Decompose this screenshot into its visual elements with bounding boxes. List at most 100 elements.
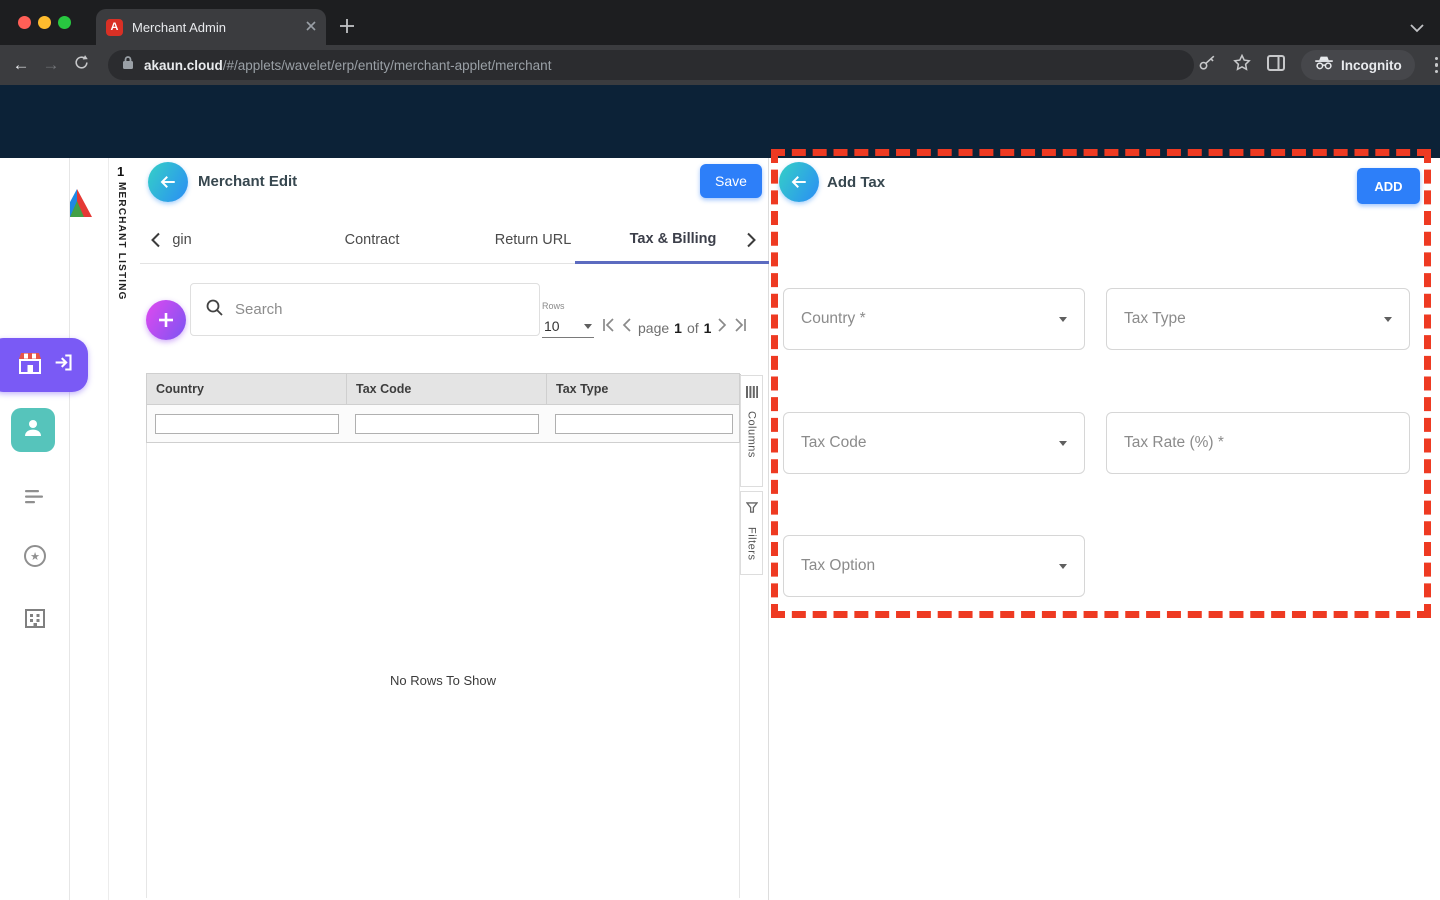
page-indicator: page 1 of 1 — [638, 320, 711, 336]
side-panel-icon[interactable] — [1267, 55, 1285, 76]
columns-icon — [746, 385, 758, 403]
chevron-down-icon — [1059, 564, 1067, 569]
country-select-label: Country * — [801, 310, 866, 328]
person-icon — [21, 416, 45, 445]
toolbar-right-cluster: Incognito — [1198, 45, 1440, 85]
incognito-icon — [1314, 55, 1334, 75]
tax-code-select-label: Tax Code — [801, 434, 866, 452]
tab-close-icon[interactable] — [306, 18, 316, 36]
columns-tab-label: Columns — [746, 411, 758, 468]
tab-favicon-icon: A — [106, 19, 123, 36]
tax-table: Country Tax Code Tax Type No Rows To Sho… — [146, 373, 740, 898]
grid-side-tabs: Columns Filters — [740, 375, 763, 579]
search-input[interactable] — [235, 301, 525, 318]
empty-table-message: No Rows To Show — [147, 673, 739, 688]
back-icon[interactable]: ← — [6, 55, 36, 75]
table-header-row: Country Tax Code Tax Type — [146, 373, 740, 405]
chevron-down-icon — [584, 324, 592, 329]
page-of-word: of — [687, 320, 699, 336]
app-sidebar: ★ — [0, 158, 70, 900]
columns-side-tab[interactable]: Columns — [740, 375, 763, 487]
new-tab-button[interactable] — [340, 19, 354, 38]
pagination: page 1 of 1 — [602, 318, 747, 337]
incognito-label: Incognito — [1341, 58, 1402, 73]
filters-side-tab[interactable]: Filters — [740, 491, 763, 575]
country-select[interactable]: Country * — [783, 288, 1085, 350]
merchant-tabs: gin Contract Return URL Tax & Billing — [140, 216, 768, 264]
back-button[interactable] — [148, 162, 188, 202]
column-header-country[interactable]: Country — [147, 374, 347, 404]
enter-applet-icon — [53, 352, 74, 378]
browser-menu-icon[interactable] — [1431, 57, 1440, 74]
tax-option-select-label: Tax Option — [801, 557, 875, 575]
traffic-minimize-button[interactable] — [38, 16, 51, 29]
filters-tab-label: Filters — [746, 527, 758, 570]
bookmark-star-icon[interactable] — [1233, 54, 1251, 77]
address-bar[interactable]: akaun.cloud/#/applets/wavelet/erp/entity… — [108, 50, 1194, 80]
merchant-edit-panel: Merchant Edit Save gin Contract Return U… — [140, 158, 768, 900]
traffic-close-button[interactable] — [18, 16, 31, 29]
url-text: akaun.cloud/#/applets/wavelet/erp/entity… — [144, 58, 551, 73]
sidebar-item-organization[interactable] — [20, 605, 50, 631]
page-word: page — [638, 320, 669, 336]
filter-input-tax-type[interactable] — [555, 414, 733, 434]
add-button[interactable]: ADD — [1357, 168, 1420, 204]
chevron-down-icon — [1059, 317, 1067, 322]
search-box — [190, 283, 540, 336]
tax-option-select[interactable]: Tax Option — [783, 535, 1085, 597]
tax-rate-field-label: Tax Rate (%) * — [1124, 434, 1224, 452]
tax-type-select[interactable]: Tax Type — [1106, 288, 1410, 350]
tab-tax-and-billing[interactable]: Tax & Billing — [575, 216, 771, 264]
rows-select[interactable]: 10 — [542, 315, 594, 338]
tabs-scroll-left-icon[interactable] — [150, 232, 161, 253]
add-tax-title: Add Tax — [827, 174, 885, 191]
rail-label: MERCHANT LISTING — [116, 182, 127, 301]
rail-number: 1 — [117, 164, 124, 179]
add-tax-back-button[interactable] — [779, 162, 819, 202]
add-row-button[interactable] — [146, 300, 186, 340]
browser-tabstrip: A Merchant Admin — [0, 0, 1440, 45]
browser-tab[interactable]: A Merchant Admin — [96, 9, 326, 45]
save-button[interactable]: Save — [700, 164, 762, 198]
chevron-down-icon — [1384, 317, 1392, 322]
star-circle-icon: ★ — [24, 545, 46, 567]
forward-icon[interactable]: → — [36, 55, 66, 75]
lock-icon — [122, 55, 134, 75]
add-tax-panel: Add Tax ADD Country * Tax Type Tax Code … — [769, 158, 1440, 900]
sidebar-item-merchant-listing[interactable] — [0, 338, 88, 392]
traffic-zoom-button[interactable] — [58, 16, 71, 29]
key-icon[interactable] — [1198, 53, 1217, 77]
sidebar-item-list[interactable] — [20, 484, 50, 510]
column-header-tax-type[interactable]: Tax Type — [547, 374, 741, 404]
filter-input-country[interactable] — [155, 414, 339, 434]
tabs-scroll-right-icon[interactable] — [746, 232, 757, 253]
rows-label: Rows — [542, 301, 597, 311]
tab-search-chevron-icon[interactable] — [1410, 20, 1424, 38]
filter-input-tax-code[interactable] — [355, 414, 539, 434]
first-page-icon[interactable] — [602, 318, 615, 337]
sidebar-item-favorites[interactable]: ★ — [20, 543, 50, 569]
rows-per-page-control[interactable]: Rows 10 — [542, 301, 597, 338]
table-filter-row — [146, 405, 740, 443]
rows-value: 10 — [544, 318, 560, 334]
previous-page-icon[interactable] — [622, 318, 631, 337]
reload-icon[interactable] — [66, 54, 96, 76]
tax-rate-field[interactable]: Tax Rate (%) * — [1106, 412, 1410, 474]
table-body: No Rows To Show — [146, 443, 740, 898]
applet-rail: 1 MERCHANT LISTING — [108, 158, 140, 900]
tab-login[interactable]: gin — [162, 216, 202, 264]
column-header-tax-code[interactable]: Tax Code — [347, 374, 547, 404]
last-page-icon[interactable] — [734, 318, 747, 337]
sidebar-item-profile[interactable] — [11, 408, 55, 452]
page-total: 1 — [704, 320, 712, 336]
page-title: Merchant Edit — [198, 173, 297, 190]
next-page-icon[interactable] — [718, 318, 727, 337]
filter-funnel-icon — [746, 501, 758, 519]
tax-type-select-label: Tax Type — [1124, 310, 1186, 328]
tax-code-select[interactable]: Tax Code — [783, 412, 1085, 474]
page-current: 1 — [674, 320, 682, 336]
incognito-badge: Incognito — [1301, 50, 1415, 80]
chevron-down-icon — [1059, 441, 1067, 446]
url-domain: akaun.cloud — [144, 58, 223, 73]
app-header: akaun — [0, 85, 1440, 158]
